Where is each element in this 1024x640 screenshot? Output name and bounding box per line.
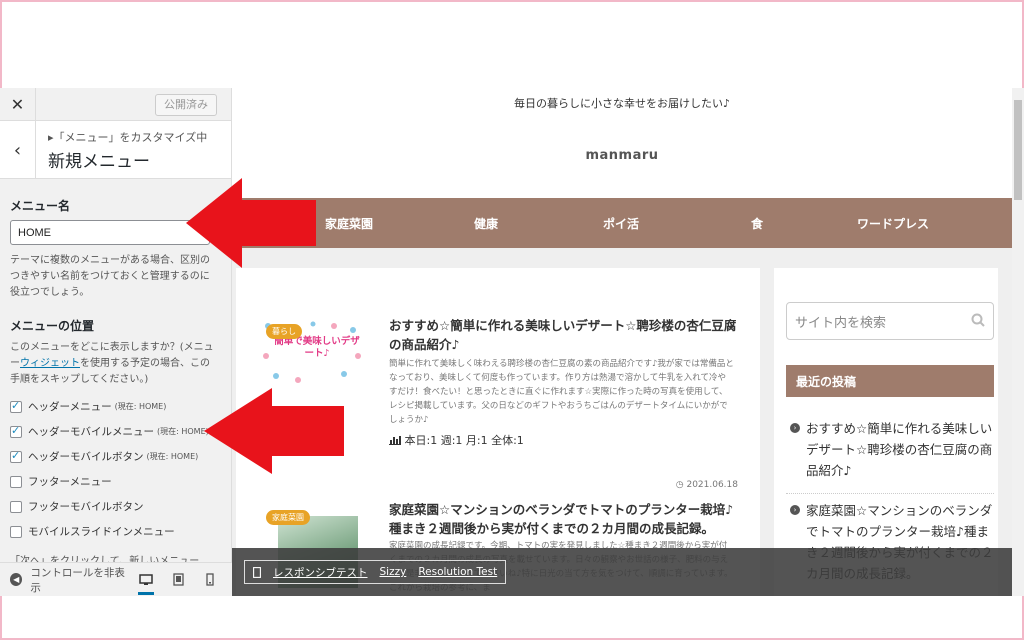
nav-item-food[interactable]: 食 [751,215,763,232]
location-label: フッターモバイルボタン [28,501,144,513]
stats-icon [389,436,401,445]
site-preview: 毎日の暮らしに小さな幸せをお届けしたい♪ manmaru 家庭菜園 健康 ポイ活… [232,88,1012,596]
panel-header: ✕ 公開済み [0,88,231,121]
post-stats: 本日:1 週:1 月:1 全体:1 [389,432,524,448]
section-title: 新規メニュー [48,152,150,172]
sizzy-toolbar: レスポンシブテスト Sizzy Resolution Test [232,548,1012,596]
recent-post-link[interactable]: › おすすめ☆簡単に作れる美味しいデザート☆聘珍楼の杏仁豆腐の商品紹介♪ [790,418,998,481]
section-header: ‹ ▸「メニュー」をカスタマイズ中 新規メニュー [0,121,231,179]
chevron-right-icon: › [790,505,800,515]
menu-location-description: このメニューをどこに表示しますか？(メニューウィジェットを使用する予定の場合、こ… [10,340,218,388]
close-icon[interactable]: ✕ [0,88,36,121]
location-note: (現在: HOME) [114,402,167,411]
annotation-arrow-icon [204,388,344,474]
nav-item-health[interactable]: 健康 [474,215,498,232]
sizzy-link[interactable]: Sizzy [380,566,407,578]
search-icon[interactable] [971,313,985,327]
post-title[interactable]: 家庭菜園☆マンションのベランダでトマトのプランター栽培♪種まき２週間後から実が付… [389,500,739,538]
menu-location-label: メニューの位置 [10,319,95,333]
thumbnail-caption: 簡単で美味しいデザート♪ [274,336,360,359]
divider [786,493,994,494]
checkbox-unchecked[interactable] [10,500,22,513]
tablet-preview-icon[interactable] [162,563,194,597]
location-label: モバイルスライドインメニュー [28,526,175,538]
hide-controls-button[interactable]: ◀ コントロールを非表示 [0,565,130,595]
location-label: ヘッダーメニュー [28,401,112,413]
category-badge: 家庭菜園 [266,510,310,525]
resolution-test-link[interactable]: Resolution Test [418,566,497,578]
section-breadcrumb: ▸「メニュー」をカスタマイズ中 [48,131,208,144]
sizzy-links: レスポンシブテスト Sizzy Resolution Test [244,560,507,584]
location-header-mobile-button[interactable]: ヘッダーモバイルボタン(現在: HOME) [10,444,221,469]
panel-footer: ◀ コントロールを非表示 [0,562,232,596]
location-header-menu[interactable]: ヘッダーメニュー(現在: HOME) [10,394,221,419]
publish-button[interactable]: 公開済み [155,94,217,116]
location-list: ヘッダーメニュー(現在: HOME) ヘッダーモバイルメニュー(現在: HOME… [10,394,221,544]
clock-icon: ◷ [675,480,684,490]
location-header-mobile-menu[interactable]: ヘッダーモバイルメニュー(現在: HOME) [10,419,221,444]
location-label: フッターメニュー [28,476,112,488]
checkbox-unchecked[interactable] [10,525,22,538]
hide-controls-label: コントロールを非表示 [30,566,125,594]
location-footer-mobile-button[interactable]: フッターモバイルボタン [10,494,221,519]
post-title[interactable]: おすすめ☆簡単に作れる美味しいデザート☆聘珍楼の杏仁豆腐の商品紹介♪ [389,316,739,354]
location-footer-menu[interactable]: フッターメニュー [10,469,221,494]
location-label: ヘッダーモバイルボタン [28,451,144,463]
location-mobile-slidein-menu[interactable]: モバイルスライドインメニュー [10,519,221,544]
location-label: ヘッダーモバイルメニュー [28,426,154,438]
responsive-test-link[interactable]: レスポンシブテスト [273,565,368,580]
mobile-icon [253,566,261,578]
back-icon[interactable]: ‹ [0,121,36,179]
checkbox-checked[interactable] [10,424,22,438]
menu-name-input[interactable] [10,220,210,245]
post-date-text: 2021.06.18 [686,480,738,490]
widget-link[interactable]: ウィジェット [20,358,80,369]
chevron-right-icon: › [790,423,800,433]
post-excerpt: 簡単に作れて美味しく味わえる聘珍楼の杏仁豆腐の素の商品紹介です♪我が家では常備品… [389,359,734,425]
search-placeholder: サイト内を検索 [795,316,887,331]
stats-text: 本日:1 週:1 月:1 全体:1 [404,434,524,447]
location-note: (現在: HOME) [157,427,209,436]
site-logo[interactable]: manmaru [232,148,1012,163]
checkbox-unchecked[interactable] [10,475,22,488]
recent-posts-title: 最近の投稿 [786,365,994,397]
checkbox-checked[interactable] [10,399,22,413]
annotation-arrow-icon [186,178,316,268]
desktop-preview-icon[interactable] [130,563,162,597]
nav-item-points[interactable]: ポイ活 [603,215,639,232]
hide-controls-icon: ◀ [10,573,23,586]
category-badge: 暮らし [266,324,302,339]
mobile-preview-icon[interactable] [194,563,226,597]
preview-scrollbar[interactable] [1012,88,1024,596]
customizer-panel: ✕ 公開済み ‹ ▸「メニュー」をカスタマイズ中 新規メニュー メニュー名 テー… [0,88,232,596]
sidebar: サイト内を検索 最近の投稿 › おすすめ☆簡単に作れる美味しいデザート☆聘珍楼の杏… [774,268,998,596]
nav-item-wordpress[interactable]: ワードプレス [857,215,929,232]
frame-border-top [0,0,1024,2]
post-date: ◷ 2021.06.18 [676,480,738,490]
nav-item-garden[interactable]: 家庭菜園 [325,215,373,232]
location-note: (現在: HOME) [146,452,199,461]
search-input[interactable]: サイト内を検索 [786,302,994,340]
scrollbar-thumb[interactable] [1014,100,1022,200]
site-header: 毎日の暮らしに小さな幸せをお届けしたい♪ manmaru [232,88,1012,198]
checkbox-checked[interactable] [10,449,22,463]
site-tagline: 毎日の暮らしに小さな幸せをお届けしたい♪ [513,97,731,110]
global-nav: 家庭菜園 健康 ポイ活 食 ワードプレス [232,198,1012,248]
recent-post-label: おすすめ☆簡単に作れる美味しいデザート☆聘珍楼の杏仁豆腐の商品紹介♪ [806,421,993,478]
